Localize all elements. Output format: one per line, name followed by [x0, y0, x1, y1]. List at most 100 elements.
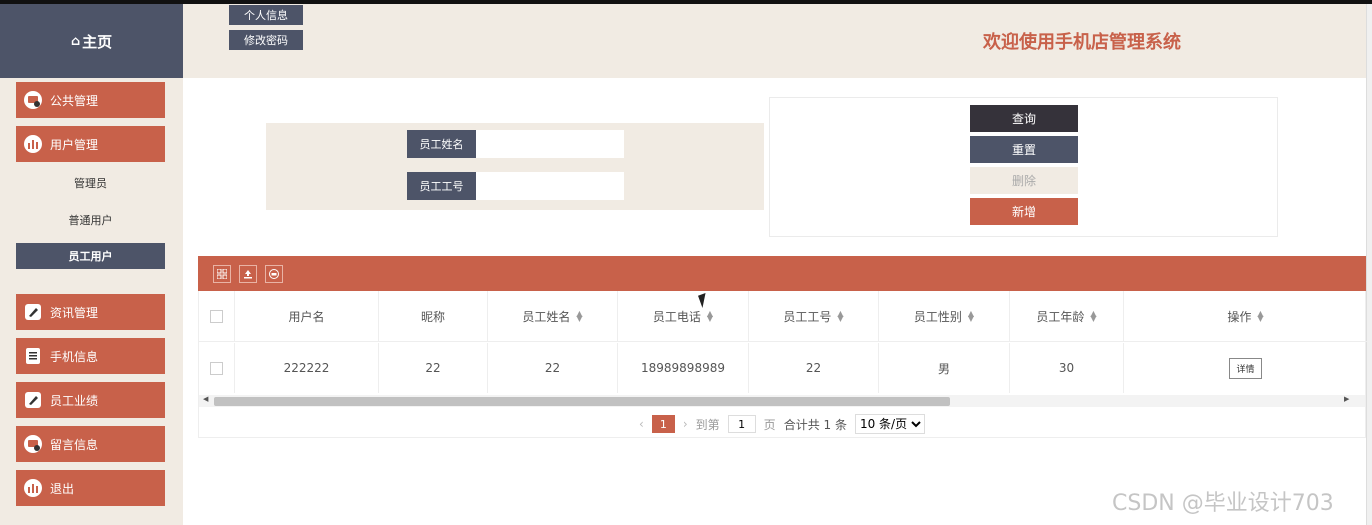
scroll-thumb[interactable]: [214, 397, 950, 406]
employee-name-input[interactable]: [476, 130, 624, 158]
row-checkbox[interactable]: [210, 361, 223, 375]
col-employee-phone[interactable]: 员工电话 ▲ ▼: [618, 291, 749, 341]
col-label: 操作: [1227, 309, 1252, 324]
col-label: 员工工号: [783, 309, 832, 324]
horizontal-scrollbar[interactable]: ◀ ▶: [199, 395, 1365, 407]
menu-label: 手机信息: [50, 349, 99, 364]
home-link[interactable]: ⌂ 主页: [0, 4, 183, 78]
table-row: 222222 22 22 18989898989 22 男 30 详情: [199, 343, 1367, 393]
employee-name-field: 员工姓名: [407, 130, 624, 158]
col-label: 员工姓名: [522, 309, 571, 324]
search-panel: 员工姓名 员工工号: [266, 123, 764, 210]
sort-icon[interactable]: ▲ ▼: [837, 310, 843, 323]
submenu-normal-user[interactable]: 普通用户: [16, 207, 165, 233]
chart-icon: [22, 133, 44, 155]
col-label: 员工年龄: [1036, 309, 1085, 324]
col-label: 员工电话: [652, 309, 701, 324]
cell-employee-age: 30: [1010, 343, 1124, 393]
print-icon[interactable]: [265, 265, 283, 283]
submenu-employee-user[interactable]: 员工用户: [16, 243, 165, 269]
col-employee-name[interactable]: 员工姓名 ▲ ▼: [488, 291, 618, 341]
menu-label: 用户管理: [50, 137, 99, 152]
profile-button[interactable]: 个人信息: [229, 5, 303, 25]
col-label: 用户名: [288, 309, 325, 324]
col-nickname[interactable]: 昵称: [379, 291, 488, 341]
list-icon: [22, 345, 44, 367]
add-button[interactable]: 新增: [970, 198, 1078, 225]
cell-actions: 详情: [1124, 343, 1367, 393]
col-actions[interactable]: 操作 ▲ ▼: [1124, 291, 1367, 341]
employee-id-label: 员工工号: [407, 172, 476, 200]
select-all-checkbox[interactable]: [210, 309, 223, 323]
col-employee-age[interactable]: 员工年龄 ▲ ▼: [1010, 291, 1124, 341]
col-username[interactable]: 用户名: [235, 291, 379, 341]
employee-id-field: 员工工号: [407, 172, 624, 200]
col-label: 昵称: [420, 309, 445, 324]
select-all-cell: [199, 291, 235, 341]
home-icon: ⌂: [70, 33, 81, 49]
cell-employee-id: 22: [749, 343, 879, 393]
cell-username: 222222: [235, 343, 379, 393]
action-panel: 查询 重置 删除 新增: [769, 97, 1278, 237]
upload-icon[interactable]: [239, 265, 257, 283]
menu-label: 公共管理: [50, 93, 99, 108]
col-label: 员工性别: [913, 309, 962, 324]
sort-icon[interactable]: ▲ ▼: [1257, 310, 1263, 323]
menu-users[interactable]: 用户管理: [16, 126, 165, 162]
col-employee-id[interactable]: 员工工号 ▲ ▼: [749, 291, 879, 341]
col-employee-gender[interactable]: 员工性别 ▲ ▼: [879, 291, 1010, 341]
pagination: ‹ 1 › 到第 页 合计共 1 条 10 条/页: [199, 411, 1365, 437]
data-table: 用户名 昵称 员工姓名 ▲ ▼ 员工电话 ▲ ▼ 员工工号 ▲ ▼ 员工性别 ▲ ▼ 员工年龄 ▲…: [198, 291, 1367, 438]
cell-employee-phone: 18989898989: [618, 343, 749, 393]
brand-label: 主页: [82, 32, 113, 51]
header: 个人信息 修改密码 欢迎使用手机店管理系统: [183, 4, 1368, 78]
scroll-left-icon[interactable]: ◀: [203, 395, 208, 403]
menu-label: 员工业绩: [50, 393, 99, 408]
sort-icon[interactable]: ▲ ▼: [707, 310, 713, 323]
query-button[interactable]: 查询: [970, 105, 1078, 132]
submenu-admin[interactable]: 管理员: [16, 170, 165, 196]
total-count: 合计共 1 条: [783, 417, 847, 432]
watermark: CSDN @毕业设计703: [1112, 491, 1334, 516]
table-header: 用户名 昵称 员工姓名 ▲ ▼ 员工电话 ▲ ▼ 员工工号 ▲ ▼ 员工性别 ▲ ▼ 员工年龄 ▲…: [199, 291, 1367, 342]
menu-messages[interactable]: 留言信息: [16, 426, 165, 462]
employee-id-input[interactable]: [476, 172, 624, 200]
grid-icon[interactable]: [213, 265, 231, 283]
table-toolbar: [198, 256, 1366, 291]
sidebar: ⌂ 主页 公共管理 用户管理 管理员 普通用户 员工用户 资讯管理 手机信息 员…: [0, 4, 183, 525]
current-page-button[interactable]: 1: [651, 415, 675, 433]
reset-button[interactable]: 重置: [970, 136, 1078, 163]
menu-label: 资讯管理: [50, 305, 99, 320]
page-title: 欢迎使用手机店管理系统: [983, 32, 1181, 53]
vertical-scrollbar[interactable]: [1366, 4, 1372, 525]
sort-icon[interactable]: ▲ ▼: [1090, 310, 1096, 323]
goto-label: 到第: [695, 417, 720, 432]
menu-public[interactable]: 公共管理: [16, 82, 165, 118]
detail-button[interactable]: 详情: [1229, 357, 1262, 379]
menu-logout[interactable]: 退出: [16, 470, 165, 506]
edit-icon: [22, 301, 44, 323]
goto-page-input[interactable]: [727, 415, 756, 433]
menu-phones[interactable]: 手机信息: [16, 338, 165, 374]
edit-icon: [22, 389, 44, 411]
menu-news[interactable]: 资讯管理: [16, 294, 165, 330]
change-password-button[interactable]: 修改密码: [229, 30, 303, 50]
cell-nickname: 22: [379, 343, 488, 393]
sort-icon[interactable]: ▲ ▼: [576, 310, 582, 323]
message-icon: [22, 433, 44, 455]
employee-name-label: 员工姓名: [407, 130, 476, 158]
menu-label: 留言信息: [50, 437, 99, 452]
prev-page-icon[interactable]: ‹: [639, 417, 644, 431]
page-unit-label: 页: [763, 417, 776, 432]
next-page-icon[interactable]: ›: [683, 417, 688, 431]
menu-label: 退出: [50, 481, 75, 496]
menu-performance[interactable]: 员工业绩: [16, 382, 165, 418]
page-size-select[interactable]: 10 条/页: [854, 414, 925, 434]
cell-employee-gender: 男: [879, 343, 1010, 393]
chart-icon: [22, 477, 44, 499]
delete-button[interactable]: 删除: [970, 167, 1078, 194]
cell-employee-name: 22: [488, 343, 618, 393]
scroll-right-icon[interactable]: ▶: [1344, 395, 1349, 403]
public-icon: [22, 89, 44, 111]
sort-icon[interactable]: ▲ ▼: [968, 310, 974, 323]
